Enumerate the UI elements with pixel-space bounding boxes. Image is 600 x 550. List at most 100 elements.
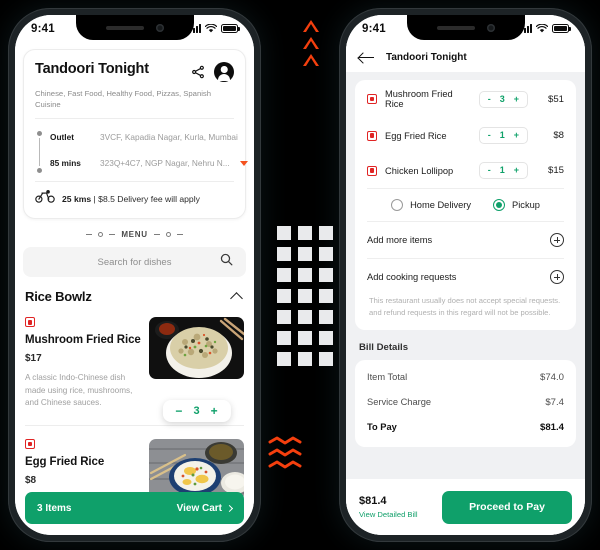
back-arrow-icon[interactable]: [359, 52, 374, 63]
grid-square: [277, 352, 291, 366]
eta-label: 85 mins: [50, 158, 81, 169]
grid-square: [298, 331, 312, 345]
radio-label: Home Delivery: [410, 200, 472, 210]
menu-divider: MENU: [15, 230, 254, 239]
quantity-stepper[interactable]: - 1 +: [478, 127, 528, 144]
earpiece-speaker: [436, 25, 475, 30]
divider-dash-right2: [176, 234, 183, 236]
decrease-quantity-button[interactable]: -: [488, 94, 491, 104]
page-title: Tandoori Tonight: [35, 61, 149, 77]
chevron-down-icon[interactable]: [239, 160, 248, 166]
menu-section-header[interactable]: Rice Bowlz: [15, 277, 254, 305]
restaurant-cuisines: Chinese, Fast Food, Healthy Food, Pizzas…: [35, 89, 212, 110]
grid-square: [277, 268, 291, 282]
cooking-request-note: This restaurant usually does not accept …: [369, 296, 561, 317]
bill-details-card: Item Total $74.0 Service Charge $7.4 To …: [355, 359, 576, 447]
address-value: 3VCF, Kapadia Nagar, Kurla, Mumbai: [100, 132, 238, 143]
search-icon[interactable]: [220, 253, 233, 271]
page-title: Tandoori Tonight: [386, 51, 467, 63]
view-cart-bar[interactable]: 3 Items View Cart: [25, 492, 244, 524]
view-detailed-bill-link[interactable]: View Detailed Bill: [359, 510, 418, 519]
quantity-value: 1: [499, 165, 505, 175]
left-notch: [75, 15, 194, 40]
list-item[interactable]: Egg Fried Rice $8: [15, 426, 254, 502]
decrease-quantity-button[interactable]: -: [488, 166, 491, 175]
add-more-items-label: Add more items: [367, 235, 433, 245]
wifi-icon: [535, 20, 549, 38]
radio-pickup[interactable]: Pickup: [493, 199, 540, 211]
plus-circle-icon[interactable]: [550, 233, 564, 247]
radio-circle-selected-icon[interactable]: [493, 199, 506, 211]
plus-circle-icon[interactable]: [550, 270, 564, 284]
pay-amount: $81.4: [359, 495, 387, 507]
bill-value: $7.4: [545, 396, 564, 408]
increase-quantity-button[interactable]: +: [514, 166, 519, 175]
grid-square: [319, 331, 333, 345]
front-camera: [486, 23, 495, 32]
chevron-up-icon[interactable]: [230, 291, 243, 305]
share-icon[interactable]: [191, 65, 205, 79]
cart-item-count: 3 Items: [37, 502, 72, 514]
address-rail: [37, 127, 42, 174]
grid-square: [277, 226, 291, 240]
search-placeholder: Search for dishes: [97, 256, 172, 268]
add-cooking-requests-row[interactable]: Add cooking requests: [355, 259, 576, 295]
square-grid-decor: [277, 226, 333, 366]
dish-description: A classic Indo-Chinese dish made using r…: [25, 373, 133, 407]
radio-label: Pickup: [512, 200, 540, 210]
quantity-stepper[interactable]: − 3 +: [162, 400, 231, 423]
status-time: 9:41: [362, 22, 386, 35]
grid-square: [319, 310, 333, 324]
section-title: Rice Bowlz: [25, 289, 92, 305]
wave-line: [268, 448, 302, 457]
increase-quantity-button[interactable]: +: [514, 131, 519, 140]
table-row[interactable]: Egg Fried Rice - 1 + $8: [355, 118, 576, 153]
menu-divider-label: MENU: [121, 230, 148, 240]
address-label: Outlet: [50, 132, 74, 143]
status-icons: [189, 20, 240, 38]
increase-quantity-button[interactable]: +: [211, 405, 218, 417]
table-row[interactable]: Mushroom Fried Rice - 3 + $51: [355, 80, 576, 118]
bill-label: Item Total: [367, 372, 408, 383]
list-item[interactable]: Mushroom Fried Rice $17 A classic Indo-C…: [15, 304, 254, 423]
pay-summary: $81.4 View Detailed Bill: [359, 495, 418, 519]
decrease-quantity-button[interactable]: -: [488, 131, 491, 140]
bicycle-icon: [35, 190, 55, 208]
address-row-eta[interactable]: 85 mins 323Q+4C7, NGP Nagar, Nehru N...: [50, 153, 248, 173]
earpiece-speaker: [105, 25, 144, 30]
radio-circle-icon[interactable]: [391, 199, 404, 211]
dish-info: Mushroom Fried Rice $17 A classic Indo-C…: [25, 317, 141, 409]
fulfilment-options: Home Delivery Pickup: [355, 189, 576, 221]
search-input[interactable]: Search for dishes: [23, 247, 246, 278]
decrease-quantity-button[interactable]: −: [175, 405, 182, 417]
triangle-outline-decor: [303, 20, 319, 66]
account-avatar-icon[interactable]: [214, 62, 234, 82]
bill-total-value: $81.4: [539, 421, 564, 433]
grid-square: [319, 289, 333, 303]
radio-home-delivery[interactable]: Home Delivery: [391, 199, 471, 211]
add-more-items-row[interactable]: Add more items: [355, 222, 576, 258]
quantity-value: 1: [499, 130, 505, 140]
chevron-right-icon: [225, 504, 234, 512]
screenshot-stage: 9:41 Tandoori Tonight Chinese, Fast Food…: [0, 0, 600, 550]
grid-square: [298, 352, 312, 366]
grid-square: [298, 289, 312, 303]
cart-item-name: Mushroom Fried Rice: [385, 89, 453, 109]
status-icons: [520, 20, 571, 38]
divider-dash-left2: [109, 234, 116, 236]
dish-price: $17: [25, 353, 42, 365]
quantity-stepper[interactable]: - 3 +: [478, 90, 528, 108]
quantity-stepper[interactable]: - 1 +: [478, 162, 528, 179]
view-cart-button[interactable]: View Cart: [177, 503, 234, 514]
table-row[interactable]: Chicken Lollipop - 1 + $15: [355, 153, 576, 188]
cart-top-bar: Tandoori Tonight: [346, 42, 585, 72]
proceed-to-pay-button[interactable]: Proceed to Pay: [442, 490, 572, 524]
restaurant-header: Tandoori Tonight: [35, 61, 234, 82]
bill-total-label: To Pay: [367, 422, 397, 433]
increase-quantity-button[interactable]: +: [514, 94, 519, 104]
grid-square: [277, 289, 291, 303]
left-screen-body: Tandoori Tonight Chinese, Fast Food, Hea…: [15, 42, 254, 535]
non-veg-marker-icon: [367, 94, 377, 104]
grid-square: [319, 247, 333, 261]
delivery-address-value: 323Q+4C7, NGP Nagar, Nehru N...: [100, 158, 230, 169]
